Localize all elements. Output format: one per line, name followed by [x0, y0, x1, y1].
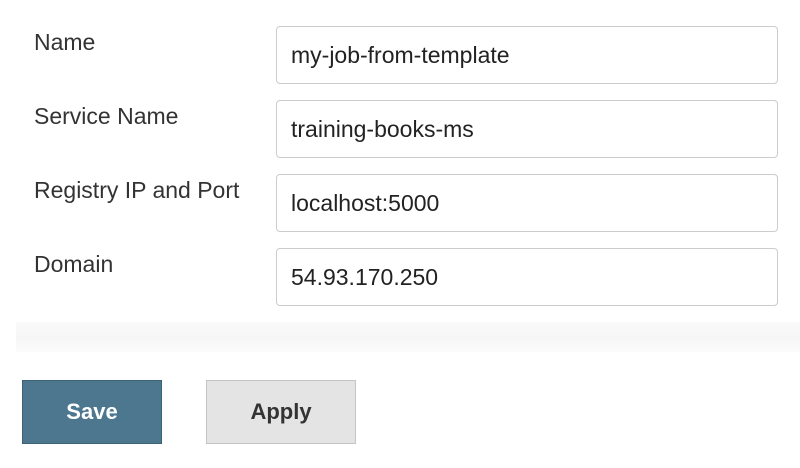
form-row-registry: Registry IP and Port — [0, 174, 800, 248]
name-input[interactable] — [276, 26, 778, 84]
domain-input[interactable] — [276, 248, 778, 306]
registry-input[interactable] — [276, 174, 778, 232]
form-row-service-name: Service Name — [0, 100, 800, 174]
form-row-domain: Domain — [0, 248, 800, 322]
save-button[interactable]: Save — [22, 380, 162, 444]
apply-button[interactable]: Apply — [206, 380, 356, 444]
service-name-input[interactable] — [276, 100, 778, 158]
job-config-form: Name Service Name Registry IP and Port D… — [0, 0, 800, 468]
service-name-label: Service Name — [34, 103, 179, 129]
domain-label: Domain — [34, 251, 114, 277]
form-row-name: Name — [0, 26, 800, 100]
form-divider — [16, 322, 800, 352]
name-label: Name — [34, 29, 96, 55]
registry-label: Registry IP and Port — [34, 177, 240, 203]
